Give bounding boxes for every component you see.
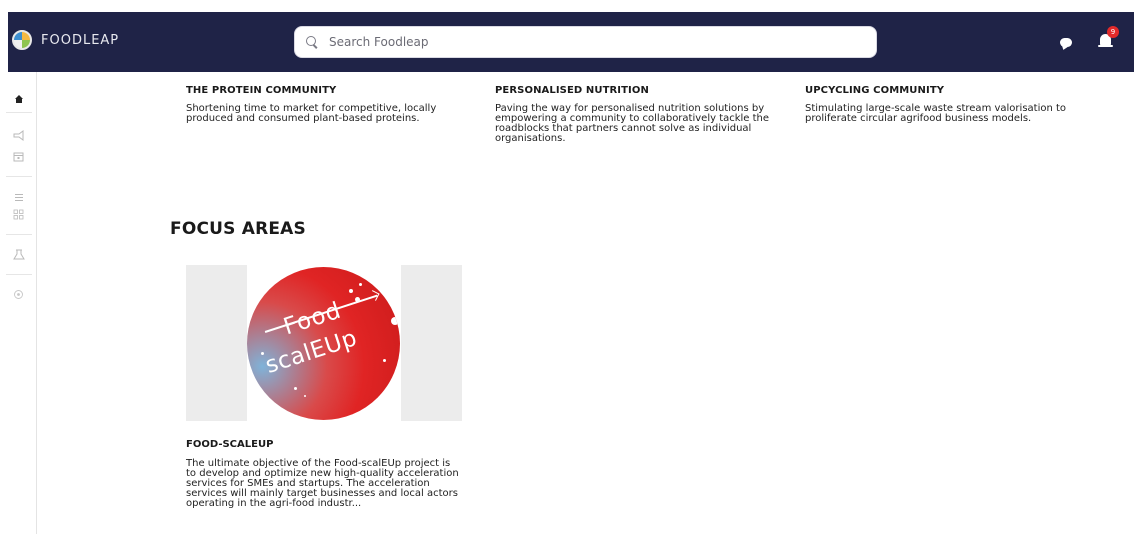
focus-area-image[interactable]: Food scalEUp <box>186 265 462 421</box>
community-title[interactable]: PERSONALISED NUTRITION <box>495 85 795 96</box>
community-description: Stimulating large-scale waste stream val… <box>805 103 1067 124</box>
sidebar-item-home[interactable] <box>0 92 37 108</box>
logo-dot <box>349 289 353 293</box>
brand-name: FOODLEAP <box>41 32 120 48</box>
brand[interactable]: FOODLEAP <box>12 30 119 50</box>
focus-areas-heading: FOCUS AREAS <box>170 219 306 239</box>
logo-dot <box>261 352 264 355</box>
focus-area-description: The ultimate objective of the Food-scalE… <box>186 458 459 509</box>
logo-dot <box>355 297 360 302</box>
focus-area-title[interactable]: FOOD-SCALEUP <box>186 439 463 450</box>
focus-area-card[interactable]: Food scalEUp FOOD-SCALEUP The ultimate o… <box>186 265 463 509</box>
sidebar-item-feed[interactable] <box>0 189 37 205</box>
search-input[interactable] <box>329 35 829 49</box>
search-icon <box>305 35 319 49</box>
logo-dot <box>294 387 297 390</box>
sidebar <box>0 72 37 534</box>
megaphone-icon <box>13 129 23 141</box>
logo-dot <box>359 283 362 286</box>
logo-dot <box>391 317 399 325</box>
sidebar-item-directory[interactable] <box>0 206 37 222</box>
chat-icon[interactable] <box>1060 38 1072 47</box>
notifications-button[interactable]: 9 <box>1098 26 1119 52</box>
community-title[interactable]: UPCYCLING COMMUNITY <box>805 85 1105 96</box>
logo-text-scaleup: scalEUp <box>262 325 361 379</box>
foodleap-logo-icon <box>12 30 32 50</box>
sidebar-item-announcements[interactable] <box>0 127 37 143</box>
community-title[interactable]: THE PROTEIN COMMUNITY <box>186 85 486 96</box>
sidebar-divider <box>6 112 32 113</box>
community-description: Shortening time to market for competitiv… <box>186 103 437 124</box>
calendar-icon <box>13 152 24 161</box>
sidebar-item-lab[interactable] <box>0 247 37 263</box>
search-bar[interactable] <box>294 26 877 58</box>
logo-dot <box>304 395 306 397</box>
sidebar-divider <box>6 176 32 177</box>
community-card-protein[interactable]: THE PROTEIN COMMUNITY Shortening time to… <box>186 85 486 124</box>
food-scaleup-logo: Food scalEUp <box>247 267 400 420</box>
list-icon <box>14 193 23 201</box>
sidebar-item-settings[interactable] <box>0 286 37 302</box>
community-description: Paving the way for personalised nutritio… <box>495 103 770 144</box>
community-card-nutrition[interactable]: PERSONALISED NUTRITION Paving the way fo… <box>495 85 795 144</box>
sidebar-item-events[interactable] <box>0 148 37 164</box>
notification-badge: 9 <box>1107 26 1119 38</box>
top-navigation-bar: FOODLEAP 9 <box>8 12 1134 72</box>
sidebar-divider <box>6 274 32 275</box>
community-card-upcycling[interactable]: UPCYCLING COMMUNITY Stimulating large-sc… <box>805 85 1105 124</box>
sidebar-divider <box>6 234 32 235</box>
settings-icon <box>14 289 23 299</box>
logo-dot <box>383 359 386 362</box>
lab-icon <box>12 249 25 260</box>
grid-icon <box>13 209 24 219</box>
